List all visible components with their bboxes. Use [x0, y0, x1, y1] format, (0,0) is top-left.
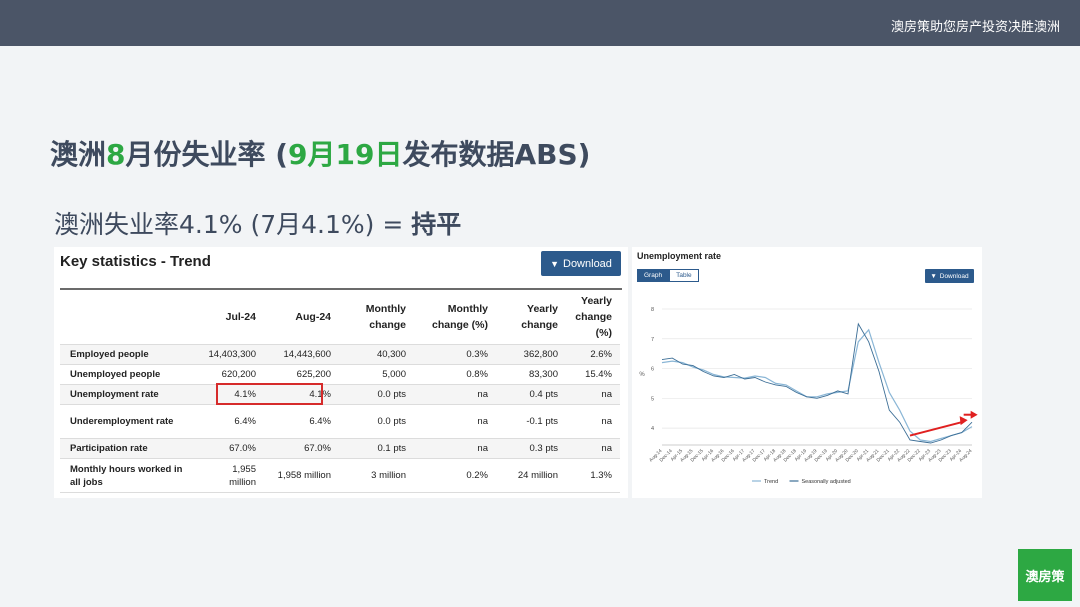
table-cell: na	[566, 384, 620, 405]
column-header: Yearly change (%)	[575, 295, 612, 339]
table-cell: 0.0 pts	[339, 404, 414, 439]
y-tick-label: 8	[651, 307, 654, 313]
table-cell: 0.3%	[414, 344, 496, 365]
table-row: Monthly hours worked in all jobs 1,955 m…	[60, 458, 620, 493]
table-row: Underemployment rate 6.4% 6.4% 0.0 pts n…	[60, 404, 620, 439]
table-cell: 40,300	[339, 344, 414, 365]
table-cell: 1.3%	[566, 458, 620, 493]
download-button[interactable]: ▼ Download	[541, 251, 621, 276]
table-row: Unemployed people 620,200 625,200 5,000 …	[60, 364, 620, 385]
subtitle-main: 澳洲失业率4.1% (7月4.1%) =	[54, 210, 412, 239]
header-brand-text: 澳房策助您房产投资决胜澳洲	[890, 20, 1060, 35]
key-statistics-table: Jul-24 Aug-24 Monthly change Monthly cha…	[60, 290, 620, 493]
column-header: Jul-24	[225, 311, 256, 323]
column-header	[60, 290, 200, 345]
table-row: Employed people 14,403,300 14,443,600 40…	[60, 344, 620, 365]
row-label: Underemployment rate	[60, 404, 200, 439]
legend-label: Seasonally adjusted	[802, 479, 851, 485]
table-cell: -0.1 pts	[496, 404, 566, 439]
table-cell: 24 million	[496, 458, 566, 493]
title-month: 8	[106, 138, 126, 171]
slide-subtitle: 澳洲失业率4.1% (7月4.1%) = 持平	[54, 205, 461, 241]
series-line	[661, 328, 973, 443]
table-cell: 0.2%	[414, 458, 496, 493]
table-cell: 83,300	[496, 364, 566, 385]
table-cell: 3 million	[339, 458, 414, 493]
table-cell: 2.6%	[566, 344, 620, 365]
table-cell: na	[414, 384, 496, 405]
row-label: Unemployment rate	[60, 384, 200, 405]
logo-text: 澳房策	[1025, 569, 1065, 585]
table-cell: 1,955 million	[200, 458, 264, 493]
legend-label: Trend	[764, 479, 778, 485]
table-cell: 14,403,300	[200, 344, 264, 365]
table-cell: 15.4%	[566, 364, 620, 385]
side-arrow-head	[970, 410, 978, 419]
table-cell: 0.0 pts	[339, 384, 414, 405]
chevron-down-icon: ▼	[550, 258, 559, 269]
table-cell: 67.0%	[264, 438, 339, 459]
unemployment-rate-highlight-box	[216, 383, 323, 405]
download-label: Download	[563, 257, 612, 270]
row-label: Employed people	[60, 344, 200, 365]
y-tick-label: 4	[651, 426, 654, 432]
key-statistics-panel: Key statistics - Trend ▼ Download Jul-24…	[54, 247, 628, 498]
y-axis-label: %	[639, 372, 645, 378]
title-part-3: 月份失业率 (	[125, 138, 289, 171]
table-cell: 362,800	[496, 344, 566, 365]
title-release-date: 9月19日	[288, 138, 403, 171]
key-statistics-title: Key statistics - Trend	[60, 253, 211, 270]
table-cell: 0.3 pts	[496, 438, 566, 459]
top-bar: 澳房策助您房产投资决胜澳洲	[0, 0, 1080, 46]
subtitle-verdict: 持平	[411, 210, 462, 239]
y-tick-label: 7	[651, 337, 654, 343]
unemployment-line-chart: 45678%Aug-14Dec-14Apr-15Aug-15Dec-15Apr-…	[639, 307, 978, 485]
table-cell: 6.4%	[264, 404, 339, 439]
table-cell: 5,000	[339, 364, 414, 385]
column-header: Yearly change	[521, 303, 558, 331]
table-cell: 0.4 pts	[496, 384, 566, 405]
table-cell: 620,200	[200, 364, 264, 385]
unemployment-chart-panel: Unemployment rate Graph Table ▼ Download…	[632, 247, 982, 498]
table-cell: 0.8%	[414, 364, 496, 385]
series-line	[661, 322, 973, 444]
table-cell: na	[566, 404, 620, 439]
table-cell: na	[414, 404, 496, 439]
table-row: Unemployment rate 4.1% 4.1% 0.0 pts na 0…	[60, 384, 620, 405]
title-part-5: 发布数据ABS)	[402, 138, 591, 171]
brand-logo: 澳房策	[1018, 549, 1072, 601]
title-part-1: 澳洲	[50, 138, 107, 171]
table-cell: 625,200	[264, 364, 339, 385]
trend-arrow-line	[909, 421, 962, 437]
table-row: Participation rate 67.0% 67.0% 0.1 pts n…	[60, 438, 620, 459]
row-label: Unemployed people	[60, 364, 200, 385]
table-cell: 14,443,600	[264, 344, 339, 365]
row-label: Monthly hours worked in all jobs	[60, 458, 200, 493]
table-cell: 67.0%	[200, 438, 264, 459]
y-tick-label: 6	[651, 367, 654, 373]
table-cell: 6.4%	[200, 404, 264, 439]
table-cell: na	[414, 438, 496, 459]
slide-title: 澳洲8月份失业率 (9月19日发布数据ABS)	[50, 133, 590, 173]
y-tick-label: 5	[651, 396, 654, 402]
column-header: Monthly change (%)	[431, 303, 488, 331]
table-cell: na	[566, 438, 620, 459]
column-header: Monthly change	[365, 303, 406, 331]
row-label: Participation rate	[60, 438, 200, 459]
trend-arrow-head	[959, 416, 968, 426]
table-header-row: Jul-24 Aug-24 Monthly change Monthly cha…	[60, 290, 620, 345]
table-cell: 0.1 pts	[339, 438, 414, 459]
table-cell: 1,958 million	[264, 458, 339, 493]
column-header: Aug-24	[295, 311, 331, 323]
